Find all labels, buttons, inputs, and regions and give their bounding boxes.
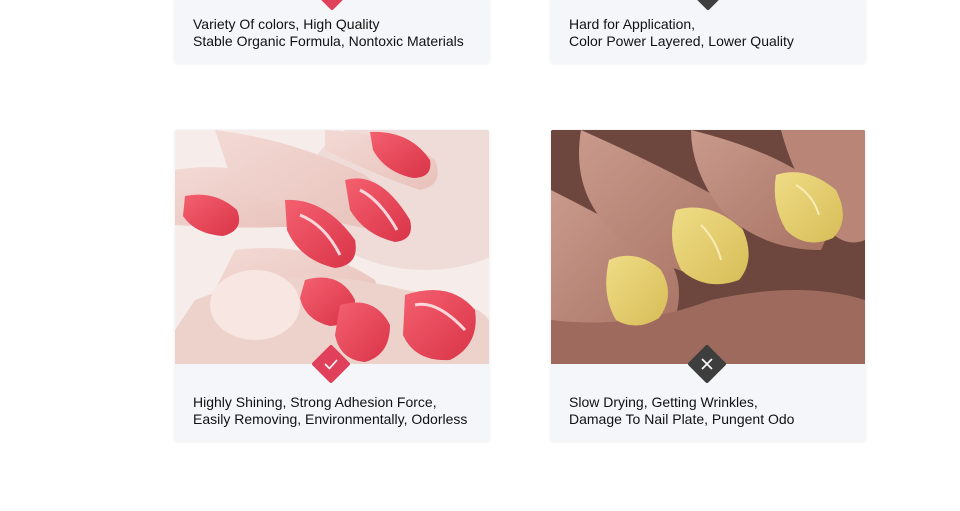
caption-line: Variety Of colors, High Quality bbox=[193, 16, 380, 32]
caption-line: Color Power Layered, Lower Quality bbox=[569, 33, 794, 49]
caption-line: Stable Organic Formula, Nontoxic Materia… bbox=[193, 33, 464, 49]
good-product-card: Highly Shining, Strong Adhesion Force, E… bbox=[174, 129, 490, 441]
bad-product-card: Slow Drying, Getting Wrinkles, Damage To… bbox=[550, 129, 866, 441]
red-nails-photo bbox=[175, 130, 489, 364]
caption-line: Slow Drying, Getting Wrinkles, bbox=[569, 394, 758, 410]
check-icon bbox=[318, 0, 346, 5]
good-top-caption: Variety Of colors, High Quality Stable O… bbox=[193, 16, 482, 50]
check-badge bbox=[311, 344, 351, 384]
bad-top-card: Hard for Application, Color Power Layere… bbox=[550, 0, 866, 63]
cross-icon bbox=[693, 350, 721, 378]
check-badge bbox=[312, 0, 352, 11]
good-top-card: Variety Of colors, High Quality Stable O… bbox=[174, 0, 490, 63]
cross-badge bbox=[687, 344, 727, 384]
check-icon bbox=[317, 350, 345, 378]
cross-badge bbox=[688, 0, 728, 11]
caption-line: Highly Shining, Strong Adhesion Force, bbox=[193, 394, 437, 410]
caption-line: Easily Removing, Environmentally, Odorle… bbox=[193, 411, 468, 427]
bad-top-caption: Hard for Application, Color Power Layere… bbox=[569, 16, 858, 50]
caption-line: Hard for Application, bbox=[569, 16, 696, 32]
good-product-caption: Highly Shining, Strong Adhesion Force, E… bbox=[193, 394, 482, 428]
bad-product-caption: Slow Drying, Getting Wrinkles, Damage To… bbox=[569, 394, 858, 428]
yellow-nails-photo bbox=[551, 130, 865, 364]
cross-icon bbox=[694, 0, 722, 5]
caption-line: Damage To Nail Plate, Pungent Odo bbox=[569, 411, 795, 427]
